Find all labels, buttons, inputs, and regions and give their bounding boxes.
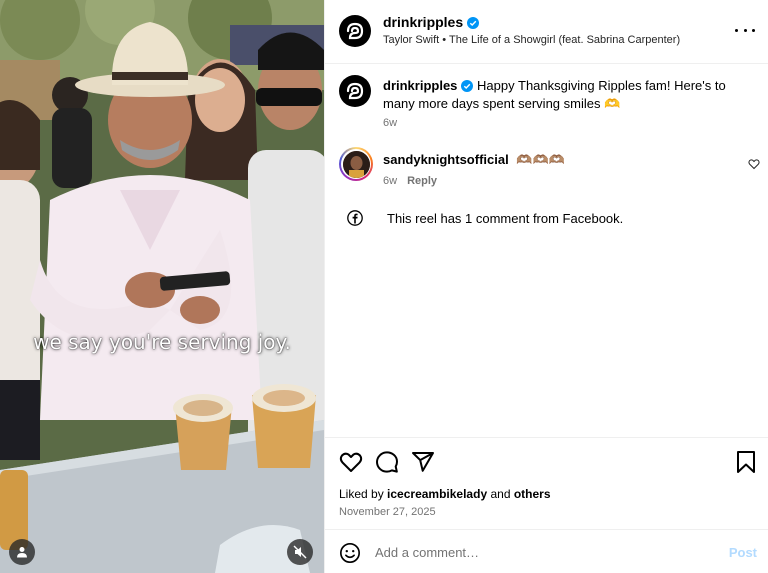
likes-others-link[interactable]: others — [514, 487, 551, 501]
comment-like-button[interactable] — [748, 157, 760, 173]
facebook-note-text: This reel has 1 comment from Facebook. — [387, 210, 624, 226]
facebook-icon — [345, 208, 365, 228]
avatar-image — [342, 150, 370, 178]
heart-icon — [748, 159, 760, 170]
avatar-portrait-icon — [342, 150, 370, 178]
verified-badge-icon — [461, 80, 474, 92]
share-icon — [412, 452, 434, 472]
more-dot — [752, 28, 755, 32]
heart-icon — [339, 452, 363, 472]
likes-joiner: and — [490, 487, 511, 501]
caption-timestamp[interactable]: 6w — [383, 117, 397, 129]
comment-input[interactable] — [375, 542, 695, 562]
ripples-logo-icon — [346, 82, 364, 100]
emoji-icon — [340, 543, 360, 563]
audio-track-link[interactable]: Taylor Swift • The Life of a Showgirl (f… — [383, 34, 680, 46]
more-options-button[interactable] — [735, 20, 755, 40]
comment-meta: 6w Reply — [383, 175, 437, 187]
comment-icon — [376, 451, 398, 473]
tagged-users-button[interactable] — [9, 539, 35, 565]
video-frame — [0, 0, 324, 573]
verified-badge-icon — [467, 17, 480, 29]
more-horizontal-icon — [735, 28, 738, 32]
mute-toggle-button[interactable] — [287, 539, 313, 565]
reel-video[interactable]: we say you're serving joy. — [0, 0, 324, 573]
liked-by-user[interactable]: icecreambikelady — [387, 487, 487, 501]
caption-username[interactable]: drinkripples — [383, 78, 457, 93]
video-caption: we say you're serving joy. — [33, 330, 291, 354]
comment-text: 🫶🏽🫶🏽🫶🏽 — [516, 152, 565, 167]
reply-button[interactable]: Reply — [407, 175, 437, 187]
emoji-button[interactable] — [339, 542, 361, 567]
post-date[interactable]: November 27, 2025 — [339, 506, 436, 518]
ripples-logo-icon — [346, 22, 364, 40]
commenter-avatar[interactable] — [339, 147, 373, 181]
save-button[interactable] — [735, 450, 757, 477]
avatar-ring — [341, 149, 371, 179]
muted-speaker-icon — [293, 545, 307, 559]
share-button[interactable] — [411, 450, 435, 477]
likes-prefix: Liked by — [339, 487, 384, 501]
like-button[interactable] — [339, 450, 363, 477]
avatar[interactable] — [339, 15, 371, 47]
post-username-text[interactable]: drinkripples — [383, 14, 463, 30]
facebook-comments-note: This reel has 1 comment from Facebook. — [339, 208, 623, 228]
post-comment-button[interactable]: Post — [729, 545, 757, 560]
comment-timestamp[interactable]: 6w — [383, 175, 397, 187]
comment-composer: Post — [325, 529, 768, 573]
post-details-panel: drinkripples Taylor Swift • The Life of … — [324, 0, 768, 573]
comment-button[interactable] — [375, 450, 399, 477]
post-username[interactable]: drinkripples — [383, 14, 480, 30]
reel-viewer: we say you're serving joy. drinkripples … — [0, 0, 768, 573]
comment-username[interactable]: sandyknightsofficial — [383, 152, 509, 167]
caption-avatar[interactable] — [339, 75, 371, 107]
bookmark-icon — [737, 451, 755, 473]
post-caption: drinkripples Happy Thanksgiving Ripples … — [383, 77, 753, 113]
comment-item: sandyknightsofficial 🫶🏽🫶🏽🫶🏽 — [383, 152, 565, 168]
more-dot — [743, 28, 747, 32]
likes-summary: Liked by icecreambikelady and others — [339, 487, 551, 501]
action-bar: Liked by icecreambikelady and others Nov… — [325, 437, 768, 529]
user-tag-icon — [17, 547, 27, 558]
post-header: drinkripples Taylor Swift • The Life of … — [325, 0, 768, 64]
